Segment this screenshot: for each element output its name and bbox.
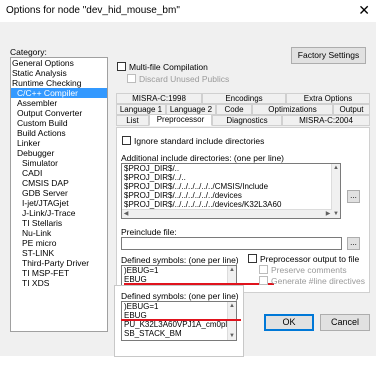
category-item[interactable]: J-Link/J-Trace	[11, 208, 107, 218]
category-list[interactable]: General Options Static Analysis Runtime Ch…	[10, 57, 108, 332]
include-dirs-browse-button[interactable]: ...	[347, 190, 360, 203]
tab-misra-2004[interactable]: MISRA-C:2004	[282, 115, 370, 126]
factory-settings-button[interactable]: Factory Settings	[291, 47, 366, 64]
text-line: $PROJ_DIR$/../../../../../../devices	[124, 191, 242, 200]
scroll-up-icon: ▲	[229, 303, 235, 309]
text-line: SB_STACK_BM	[124, 329, 182, 338]
preserve-comments-checkbox[interactable]	[259, 265, 268, 274]
tab-preprocessor[interactable]: Preprocessor	[149, 114, 212, 126]
category-item[interactable]: CMSIS DAP	[11, 178, 107, 188]
tab-misra-1998[interactable]: MISRA-C:1998	[116, 93, 202, 104]
tab-code[interactable]: Code	[216, 104, 252, 115]
generate-line-label: Generate #line directives	[271, 276, 366, 286]
ignore-std-include-label: Ignore standard include directories	[134, 136, 265, 146]
pp-output-checkbox[interactable]	[248, 254, 257, 263]
tab-encodings[interactable]: Encodings	[202, 93, 286, 104]
category-item[interactable]: Output Converter	[11, 108, 107, 118]
include-dirs-hscrollbar[interactable]: ◀ ▶	[122, 209, 332, 218]
category-item[interactable]: Static Analysis	[11, 68, 107, 78]
text-line: $PROJ_DIR$/../../../../../../devices/K32…	[124, 200, 282, 209]
category-item[interactable]: TI MSP-FET	[11, 268, 107, 278]
multifile-checkbox[interactable]	[117, 62, 126, 71]
category-item[interactable]: GDB Server	[11, 188, 107, 198]
category-item[interactable]: Third-Party Driver	[11, 258, 107, 268]
category-item[interactable]: CADI	[11, 168, 107, 178]
category-item[interactable]: Custom Build	[11, 118, 107, 128]
preinclude-input[interactable]	[121, 237, 342, 250]
preinclude-browse-button[interactable]: ...	[347, 237, 360, 250]
text-line: $PROJ_DIR$/../..	[124, 173, 186, 182]
category-item[interactable]: TI Stellaris	[11, 218, 107, 228]
cancel-button[interactable]: Cancel	[320, 314, 370, 331]
close-icon[interactable]: ✕	[358, 2, 370, 19]
include-dirs-label: Additional include directories: (one per…	[121, 153, 285, 163]
category-item[interactable]: Build Actions	[11, 128, 107, 138]
category-item[interactable]: TI XDS	[11, 278, 107, 288]
zoom-defined-symbols-label: Defined symbols: (one per line)	[121, 291, 239, 301]
text-line: )EBUG=1	[124, 266, 159, 275]
scroll-up-icon[interactable]: ▲	[332, 164, 340, 172]
category-item[interactable]: Debugger	[11, 148, 107, 158]
generate-line-checkbox[interactable]	[259, 276, 268, 285]
category-item[interactable]: General Options	[11, 58, 107, 68]
pp-output-label: Preprocessor output to file	[260, 254, 360, 264]
category-label: Category:	[10, 47, 47, 57]
tab-optimizations[interactable]: Optimizations	[252, 104, 333, 115]
ignore-std-include-checkbox[interactable]	[122, 136, 131, 145]
category-item[interactable]: ST-LINK	[11, 248, 107, 258]
zoom-inset: Defined symbols: (one per line) )EBUG=1 E…	[114, 285, 244, 357]
discard-unused-label: Discard Unused Publics	[139, 74, 230, 84]
category-item[interactable]: C/C++ Compiler	[11, 88, 107, 98]
tab-list[interactable]: List	[116, 115, 149, 126]
category-item[interactable]: PE micro	[11, 238, 107, 248]
include-dirs-vscrollbar[interactable]: ▲ ▼	[331, 164, 340, 218]
multifile-label: Multi-file Compilation	[129, 62, 208, 72]
category-item[interactable]: Linker	[11, 138, 107, 148]
ok-button[interactable]: OK	[264, 314, 314, 331]
text-line: PU_K32L3A60VPJ1A_cm0plus	[124, 320, 236, 329]
zoom-vscrollbar: ▲ ▼	[227, 302, 236, 340]
discard-unused-checkbox[interactable]	[127, 74, 136, 83]
tab-diagnostics[interactable]: Diagnostics	[212, 115, 282, 126]
tab-extra-options[interactable]: Extra Options	[286, 93, 370, 104]
window-title: Options for node "dev_hid_mouse_bm"	[6, 5, 180, 16]
category-item[interactable]: I-jet/JTAGjet	[11, 198, 107, 208]
preserve-comments-label: Preserve comments	[271, 265, 347, 275]
scroll-down-icon[interactable]: ▼	[332, 210, 340, 218]
category-item[interactable]: Simulator	[11, 158, 107, 168]
scroll-right-icon[interactable]: ▶	[324, 210, 332, 218]
category-item[interactable]: Assembler	[11, 98, 107, 108]
preinclude-label: Preinclude file:	[121, 227, 177, 237]
defined-symbols-label: Defined symbols: (one per line)	[121, 255, 239, 265]
text-line: )EBUG=1	[124, 302, 159, 311]
scroll-down-icon: ▼	[229, 333, 235, 339]
title-bar: Options for node "dev_hid_mouse_bm" ✕	[0, 0, 376, 22]
text-line: $PROJ_DIR$/..	[124, 164, 180, 173]
category-item[interactable]: Runtime Checking	[11, 78, 107, 88]
tab-output[interactable]: Output	[333, 104, 370, 115]
scroll-left-icon[interactable]: ◀	[122, 210, 130, 218]
scroll-up-icon[interactable]: ▲	[228, 266, 236, 274]
zoom-red-underline	[121, 319, 241, 321]
category-item[interactable]: Nu-Link	[11, 228, 107, 238]
include-dirs-textbox[interactable]: $PROJ_DIR$/.. $PROJ_DIR$/../.. $PROJ_DIR$/…	[121, 163, 341, 219]
text-line: $PROJ_DIR$/../../../../../../CMSIS/Inclu…	[124, 182, 269, 191]
zoom-defined-symbols-textbox: )EBUG=1 EBUG PU_K32L3A60VPJ1A_cm0plus SB_ST…	[121, 301, 237, 341]
